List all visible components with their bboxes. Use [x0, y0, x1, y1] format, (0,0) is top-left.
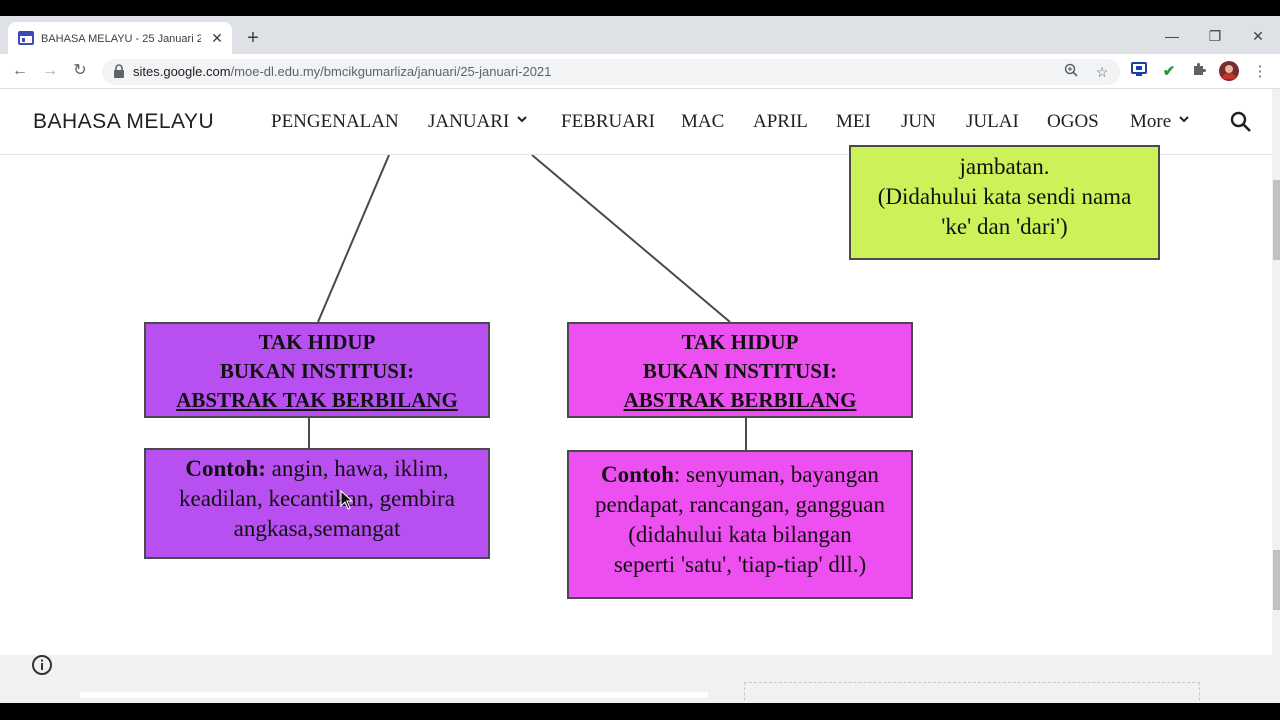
scrollbar-thumb[interactable]: [1273, 180, 1280, 260]
top-right-box-line2: (Didahului kata sendi nama: [877, 184, 1132, 209]
reload-icon[interactable]: ↻: [69, 60, 91, 82]
star-icon[interactable]: ☆: [1091, 61, 1113, 83]
nav-item-ogos[interactable]: OGOS: [1047, 109, 1099, 135]
left-header-line1: TAK HIDUP: [258, 330, 376, 354]
left-header-line3: ABSTRAK TAK BERBILANG: [176, 388, 458, 412]
right-header-box: TAK HIDUP BUKAN INSTITUSI: ABSTRAK BERBI…: [567, 322, 913, 418]
left-example-line2: keadilan, kecantikan, gembira: [179, 486, 455, 511]
screen-cast-extension-icon[interactable]: [1128, 61, 1150, 83]
info-icon[interactable]: [31, 654, 53, 676]
lock-icon[interactable]: [113, 64, 125, 78]
chevron-down-icon: [517, 116, 527, 123]
concept-diagram: jambatan. (Didahului kata sendi nama 'ke…: [0, 145, 1272, 655]
right-example-label: Contoh: [601, 462, 674, 487]
right-example-line3: (didahului kata bilangan: [628, 522, 852, 547]
forward-icon[interactable]: →: [39, 60, 61, 82]
minimize-icon[interactable]: —: [1160, 26, 1184, 46]
nav-item-januari[interactable]: JANUARI: [428, 109, 527, 135]
tab-close-icon[interactable]: ✕: [208, 29, 226, 47]
search-icon[interactable]: [1229, 110, 1253, 134]
screen-bottom-border: [0, 703, 1280, 720]
right-header-line2: BUKAN INSTITUSI:: [642, 359, 838, 383]
left-header-box: TAK HIDUP BUKAN INSTITUSI: ABSTRAK TAK B…: [144, 322, 490, 418]
scrollbar-thumb-lower[interactable]: [1273, 550, 1280, 610]
extension-icon[interactable]: [1188, 61, 1210, 83]
nav-item-februari[interactable]: FEBRUARI: [561, 109, 655, 135]
left-example-line1: angin, hawa, iklim,: [265, 456, 449, 481]
close-window-icon[interactable]: ✕: [1246, 26, 1270, 46]
site-title[interactable]: BAHASA MELAYU: [33, 107, 214, 137]
left-example-box: Contoh: angin, hawa, iklim, keadilan, ke…: [144, 448, 490, 559]
profile-avatar[interactable]: [1218, 61, 1240, 83]
back-icon[interactable]: ←: [9, 60, 31, 82]
google-sites-favicon-icon: [18, 30, 34, 46]
chevron-down-icon: [1179, 116, 1189, 123]
top-right-box-line3: 'ke' dan 'dari'): [941, 214, 1068, 239]
right-example-box: Contoh: senyuman, bayangan pendapat, ran…: [567, 450, 913, 599]
right-header-line3: ABSTRAK BERBILANG: [623, 388, 857, 412]
url-text[interactable]: sites.google.com/moe-dl.edu.my/bmcikguma…: [133, 63, 833, 81]
nav-item-jun[interactable]: JUN: [901, 109, 936, 135]
zoom-icon[interactable]: [1060, 61, 1082, 83]
left-example-line3: angkasa,semangat: [233, 516, 401, 541]
left-header-line2: BUKAN INSTITUSI:: [219, 359, 415, 383]
content-placeholder-bar: [80, 692, 708, 698]
checkmark-extension-icon[interactable]: ✔: [1158, 61, 1180, 83]
nav-item-mac[interactable]: MAC: [681, 109, 724, 135]
right-example-line4: seperti 'satu', 'tiap-tiap' dll.): [613, 552, 867, 577]
new-tab-button[interactable]: +: [243, 27, 263, 49]
top-right-box: jambatan. (Didahului kata sendi nama 'ke…: [849, 145, 1160, 260]
nav-item-more[interactable]: More: [1130, 109, 1189, 135]
nav-item-julai[interactable]: JULAI: [966, 109, 1019, 135]
tab-title: BAHASA MELAYU - 25 Januari 2021: [41, 33, 201, 45]
top-right-box-line1: jambatan.: [959, 154, 1050, 179]
menu-icon[interactable]: ⋮: [1249, 61, 1271, 83]
nav-item-mei[interactable]: MEI: [836, 109, 871, 135]
connector-right: [531, 155, 731, 323]
left-example-label: Contoh:: [185, 456, 266, 481]
restore-icon[interactable]: ❐: [1203, 26, 1227, 46]
connector-left: [317, 155, 390, 323]
right-example-line1: : senyuman, bayangan: [673, 462, 879, 487]
screen-top-border: [0, 0, 1280, 16]
nav-item-pengenalan[interactable]: PENGENALAN: [271, 109, 399, 135]
nav-item-april[interactable]: APRIL: [753, 109, 808, 135]
right-header-line1: TAK HIDUP: [681, 330, 799, 354]
right-example-line2: pendapat, rancangan, gangguan: [595, 492, 885, 517]
mouse-cursor-icon: [340, 490, 354, 510]
